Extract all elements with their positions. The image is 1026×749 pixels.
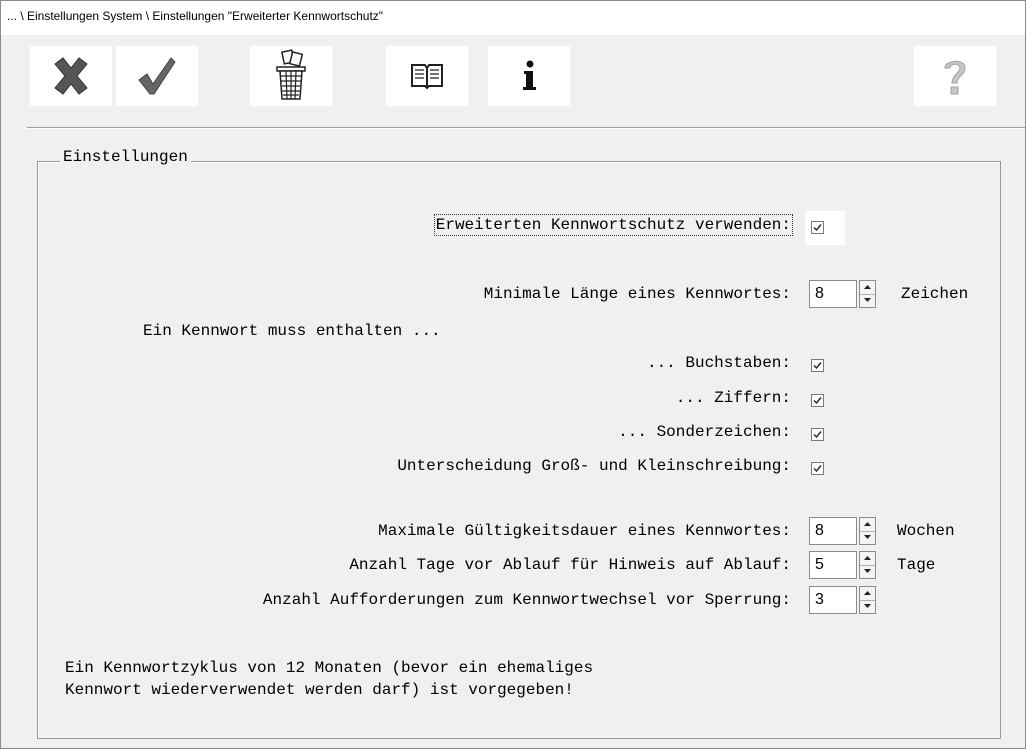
manual-button[interactable] xyxy=(385,45,469,107)
min-length-label: Minimale Länge eines Kennwortes: xyxy=(483,285,791,303)
help-question-icon xyxy=(944,60,966,95)
cancel-button[interactable] xyxy=(29,45,113,107)
letters-checkbox[interactable] xyxy=(811,359,824,372)
digits-label: ... Ziffern: xyxy=(675,389,791,407)
delete-button[interactable] xyxy=(249,45,333,107)
arrow-up-icon xyxy=(864,285,871,289)
change-requests-up-button[interactable] xyxy=(860,587,875,601)
days-warning-spinner[interactable]: 5 xyxy=(809,551,881,579)
arrow-down-icon xyxy=(864,298,871,302)
max-validity-up-button[interactable] xyxy=(860,518,875,532)
change-requests-down-button[interactable] xyxy=(860,600,875,613)
min-length-up-button[interactable] xyxy=(860,281,875,295)
settings-window: ... \ Einstellungen System \ Einstellung… xyxy=(0,0,1026,749)
letters-label: ... Buchstaben: xyxy=(646,354,791,372)
title-bar: ... \ Einstellungen System \ Einstellung… xyxy=(1,1,1025,36)
arrow-down-icon xyxy=(864,604,871,608)
special-label: ... Sonderzeichen: xyxy=(618,423,791,441)
case-sensitive-checkbox[interactable] xyxy=(811,462,824,475)
max-validity-unit: Wochen xyxy=(897,522,955,540)
use-extended-label: Erweiterten Kennwortschutz verwenden: xyxy=(433,214,794,236)
days-warning-arrows xyxy=(859,551,876,579)
arrow-down-icon xyxy=(864,569,871,573)
max-validity-spinner[interactable]: 8 xyxy=(809,517,881,545)
special-checkbox[interactable] xyxy=(811,428,824,441)
note-line-2: Kennwort wiederverwendet werden darf) is… xyxy=(65,681,574,699)
groupbox-title: Einstellungen xyxy=(60,148,191,166)
days-warning-up-button[interactable] xyxy=(860,552,875,566)
max-validity-value[interactable]: 8 xyxy=(809,517,857,545)
ok-button[interactable] xyxy=(115,45,199,107)
change-requests-label: Anzahl Aufforderungen zum Kennwortwechse… xyxy=(262,591,791,609)
min-length-spinner[interactable]: 8 xyxy=(809,280,881,308)
min-length-down-button[interactable] xyxy=(860,294,875,307)
check-mark-icon xyxy=(813,224,822,232)
help-button[interactable] xyxy=(913,45,997,107)
min-length-arrows xyxy=(859,280,876,308)
info-icon xyxy=(523,60,536,90)
days-warning-unit: Tage xyxy=(897,556,936,574)
check-mark-icon xyxy=(813,465,822,473)
max-validity-down-button[interactable] xyxy=(860,531,875,544)
arrow-up-icon xyxy=(864,591,871,595)
case-sensitive-label: Unterscheidung Groß- und Kleinschreibung… xyxy=(397,457,791,475)
info-button[interactable] xyxy=(487,45,571,107)
days-warning-down-button[interactable] xyxy=(860,565,875,578)
min-length-unit: Zeichen xyxy=(901,285,969,303)
note-line-1: Ein Kennwortzyklus von 12 Monaten (bevor… xyxy=(65,659,594,677)
change-requests-arrows xyxy=(859,586,876,614)
digits-checkbox[interactable] xyxy=(811,394,824,407)
toolbar-separator-highlight xyxy=(27,128,1025,129)
must-contain-label: Ein Kennwort muss enthalten ... xyxy=(143,322,441,340)
max-validity-label: Maximale Gültigkeitsdauer eines Kennwort… xyxy=(378,522,791,540)
password-cycle-note: Ein Kennwortzyklus von 12 Monaten (bevor… xyxy=(65,657,593,701)
trash-bin-icon xyxy=(276,49,306,100)
cancel-x-icon xyxy=(54,57,88,95)
min-length-value[interactable]: 8 xyxy=(809,280,857,308)
change-requests-spinner[interactable]: 3 xyxy=(809,586,881,614)
days-warning-label: Anzahl Tage vor Ablauf für Hinweis auf A… xyxy=(349,556,791,574)
days-warning-value[interactable]: 5 xyxy=(809,551,857,579)
arrow-up-icon xyxy=(864,556,871,560)
arrow-up-icon xyxy=(864,522,871,526)
check-mark-icon xyxy=(813,362,822,370)
change-requests-value[interactable]: 3 xyxy=(809,586,857,614)
settings-groupbox xyxy=(37,161,1001,739)
check-mark-icon xyxy=(813,431,822,439)
toolbar xyxy=(1,35,1025,119)
checkmark-icon xyxy=(138,57,176,95)
check-mark-icon xyxy=(813,397,822,405)
arrow-down-icon xyxy=(864,535,871,539)
book-icon xyxy=(411,64,443,90)
use-extended-checkbox[interactable] xyxy=(811,221,824,234)
max-validity-arrows xyxy=(859,517,876,545)
window-title: ... \ Einstellungen System \ Einstellung… xyxy=(7,9,384,23)
